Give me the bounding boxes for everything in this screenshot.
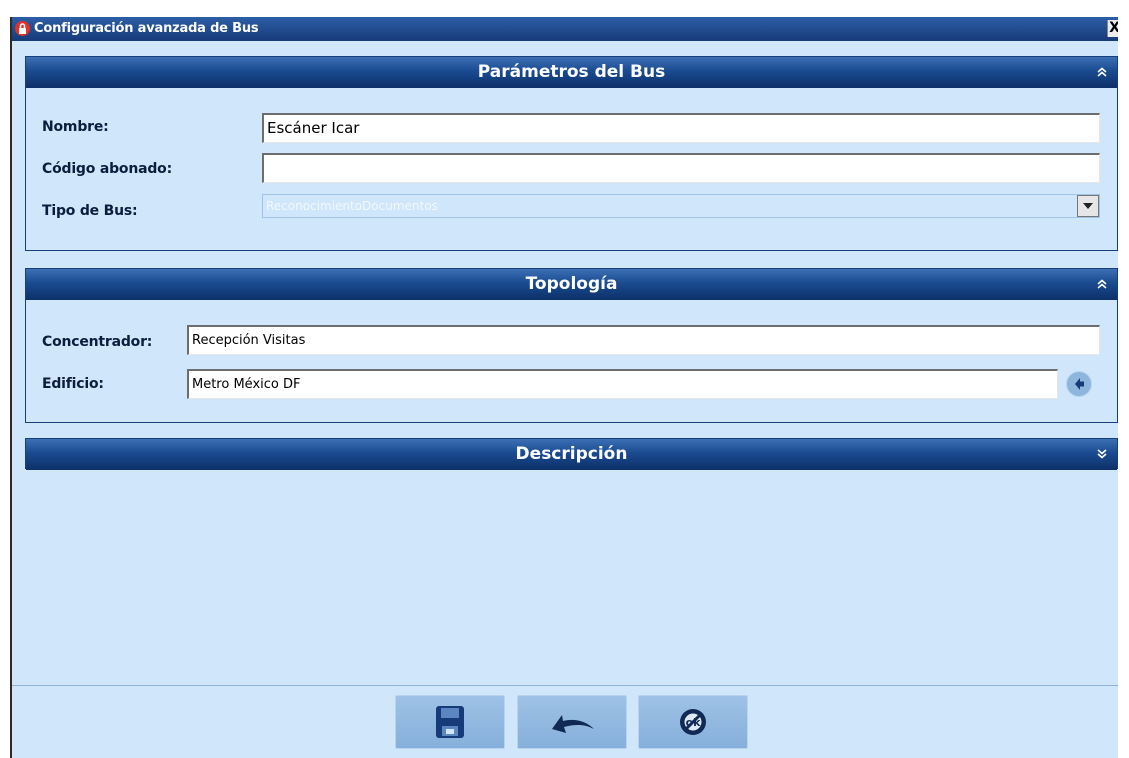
edificio-field[interactable]: Metro México DF	[187, 369, 1058, 399]
tipo-bus-value: ReconocimientoDocumentos	[266, 199, 438, 213]
codigo-abonado-label: Código abonado:	[42, 161, 172, 177]
arrow-select-icon	[1075, 378, 1084, 390]
section-header-topologia[interactable]: Topología	[26, 269, 1117, 300]
chevron-down-icon[interactable]	[1077, 195, 1099, 217]
tipo-bus-select[interactable]: ReconocimientoDocumentos	[262, 194, 1100, 218]
edificio-label: Edificio:	[42, 376, 104, 392]
collapse-up-icon[interactable]	[1095, 277, 1109, 291]
section-title-descripcion: Descripción	[515, 444, 628, 464]
section-header-descripcion[interactable]: Descripción	[26, 439, 1117, 470]
window-title: Configuración avanzada de Bus	[34, 21, 259, 36]
tipo-bus-label: Tipo de Bus:	[42, 203, 138, 219]
expand-down-icon[interactable]	[1095, 447, 1109, 461]
codigo-abonado-field[interactable]	[262, 153, 1100, 183]
save-icon	[436, 706, 464, 738]
save-button[interactable]	[395, 695, 505, 749]
cancel-button[interactable]: ok	[638, 695, 748, 749]
building-select-button[interactable]	[1066, 371, 1092, 397]
close-button[interactable]: X	[1107, 20, 1118, 37]
undo-icon	[552, 715, 594, 733]
section-title-parametros: Parámetros del Bus	[477, 62, 666, 82]
section-topologia: Topología Concentrador: Recepción Visita…	[25, 268, 1118, 423]
section-title-topologia: Topología	[525, 274, 618, 294]
section-header-parametros[interactable]: Parámetros del Bus	[26, 57, 1117, 88]
concentrador-label: Concentrador:	[42, 334, 153, 350]
section-parametros: Parámetros del Bus Nombre: Escáner Icar …	[25, 56, 1118, 251]
dialog-window: Configuración avanzada de Bus X Parámetr…	[10, 17, 1118, 758]
concentrador-field[interactable]: Recepción Visitas	[187, 325, 1100, 355]
nombre-label: Nombre:	[42, 119, 109, 135]
title-bar[interactable]: Configuración avanzada de Bus X	[12, 17, 1118, 41]
lock-icon	[15, 21, 30, 36]
undo-button[interactable]	[517, 695, 627, 749]
collapse-up-icon[interactable]	[1095, 65, 1109, 79]
bottom-toolbar: ok	[12, 685, 1118, 758]
section-descripcion: Descripción	[25, 438, 1118, 470]
cancel-icon: ok	[680, 709, 706, 735]
nombre-field[interactable]: Escáner Icar	[262, 113, 1100, 143]
